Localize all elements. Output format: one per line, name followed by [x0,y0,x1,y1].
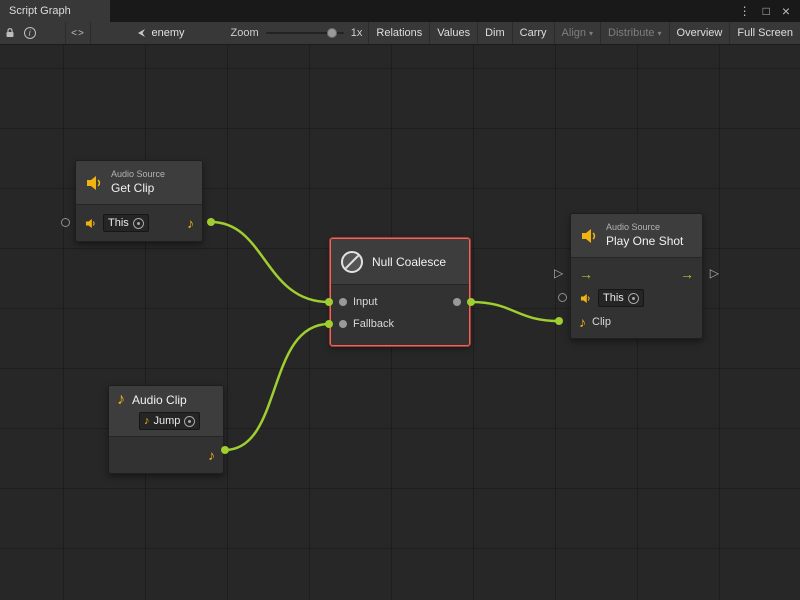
lock-icon[interactable] [0,22,20,44]
close-icon[interactable]: × [782,4,790,18]
port-label: Input [353,296,377,308]
audio-source-icon [84,173,104,193]
audioclip-output-icon: ♪ [187,216,194,230]
wire-getclip-to-input[interactable] [211,222,329,302]
graph-breadcrumb[interactable]: enemy [135,27,185,39]
port-label: Clip [592,316,611,328]
target-object-field[interactable]: This [598,289,644,307]
target-object-field[interactable]: This [103,214,149,232]
flow-out-arrow-icon[interactable]: → [680,267,694,281]
this-input-port[interactable] [558,293,567,302]
target-value: This [603,292,624,304]
flow-input-port[interactable]: ▷ [554,267,563,279]
flow-in-arrow-icon[interactable]: → [579,267,593,281]
node-header: Null Coalesce [331,239,469,285]
node-get-clip[interactable]: Audio Source Get Clip This ♪ [75,160,203,242]
code-icon[interactable]: <> [65,22,90,44]
speaker-icon [84,217,97,230]
flow-output-port[interactable]: ▷ [710,267,719,279]
node-header: ♪ Audio Clip ♪ Jump [109,386,223,437]
graph-canvas[interactable]: Audio Source Get Clip This ♪ [0,45,800,600]
audioclip-icon: ♪ [117,392,125,408]
overview-button[interactable]: Overview [669,22,730,44]
audioclip-value: Jump [154,415,181,427]
node-category: Audio Source [606,222,683,233]
relations-button[interactable]: Relations [368,22,429,44]
audioclip-field-icon: ♪ [144,416,150,427]
graph-toolbar: i <> enemy Zoom 1x Relations Values Dim … [0,22,800,45]
tab-bar: Script Graph ⋮ □ × [0,0,800,22]
audioclip-object-field[interactable]: ♪ Jump [139,412,200,430]
info-icon[interactable]: i [20,22,40,44]
chevron-down-icon: ▾ [658,29,662,38]
audioclip-input-icon: ♪ [579,315,586,329]
node-category: Audio Source [111,169,165,180]
fallback-port-dot[interactable] [339,320,347,328]
port-dot [207,218,215,226]
node-title: Play One Shot [606,234,683,249]
menu-icon[interactable]: ⋮ [739,5,751,17]
dim-button[interactable]: Dim [477,22,512,44]
node-null-coalesce[interactable]: Null Coalesce Input Fallback [330,238,470,346]
tab-script-graph[interactable]: Script Graph [0,0,110,22]
speaker-icon [579,292,592,305]
object-picker-icon[interactable] [184,416,195,427]
audio-source-icon [579,226,599,246]
result-output-port-dot[interactable] [453,298,461,306]
fullscreen-button[interactable]: Full Screen [729,22,800,44]
object-picker-icon[interactable] [133,218,144,229]
object-picker-icon[interactable] [628,293,639,304]
maximize-icon[interactable]: □ [763,5,770,17]
tab-title: Script Graph [9,5,71,17]
graph-asset-icon [135,27,147,39]
zoom-slider[interactable] [266,27,344,39]
port-label: Fallback [353,318,394,330]
wire-audioclip-to-fallback[interactable] [225,324,329,450]
node-header: Audio Source Play One Shot [571,214,702,258]
zoom-value: 1x [351,27,363,39]
target-value: This [108,217,129,229]
window-controls: ⋮ □ × [739,0,800,22]
node-audio-clip[interactable]: ♪ Audio Clip ♪ Jump ♪ [108,385,224,474]
chevron-down-icon: ▾ [589,29,593,38]
port-dot [555,317,563,325]
unity-window: Script Graph ⋮ □ × i <> enemy Zoom [0,0,800,600]
node-play-one-shot[interactable]: Audio Source Play One Shot → → This [570,213,703,339]
audioclip-output-icon: ♪ [208,448,215,462]
input-port-dot[interactable] [339,298,347,306]
toolbar-buttons: Relations Values Dim Carry Align ▾ Distr… [368,22,800,44]
values-button[interactable]: Values [429,22,477,44]
node-title: Null Coalesce [372,255,446,269]
graph-name: enemy [152,27,185,39]
carry-button[interactable]: Carry [512,22,554,44]
node-title: Get Clip [111,181,165,196]
zoom-label: Zoom [231,27,259,39]
align-button[interactable]: Align ▾ [554,22,600,44]
distribute-button[interactable]: Distribute ▾ [600,22,668,44]
this-input-port[interactable] [61,218,70,227]
zoom-slider-handle[interactable] [327,28,337,38]
null-coalesce-icon [341,251,363,273]
wire-coalesce-to-clip[interactable] [471,302,559,321]
node-title: Audio Clip [132,393,187,407]
node-header: Audio Source Get Clip [76,161,202,205]
